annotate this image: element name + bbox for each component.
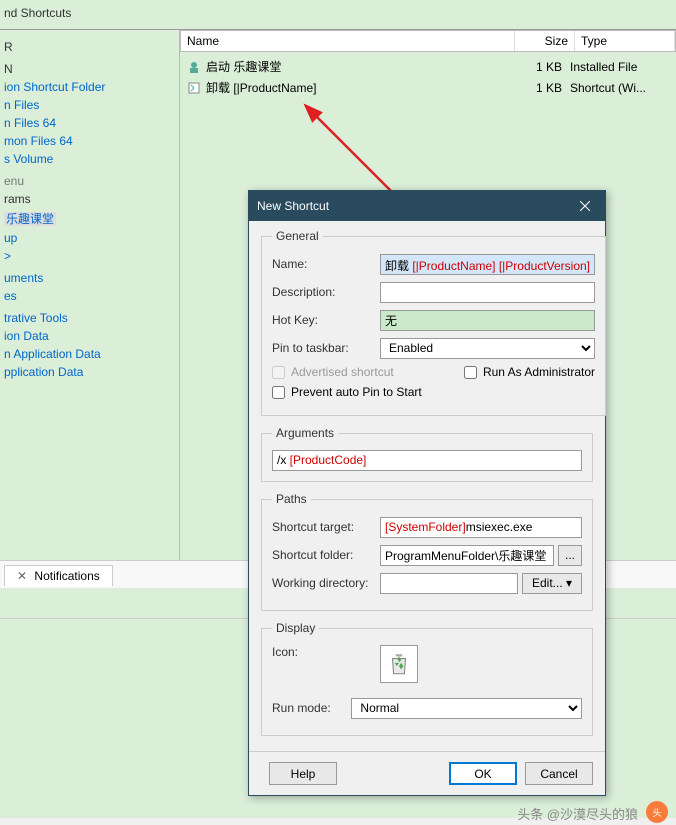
desc-label: Description: <box>272 285 380 299</box>
toolbar-title: nd Shortcuts <box>0 6 71 20</box>
general-group: General Name: 卸载 [|ProductName] [|Produc… <box>261 229 606 416</box>
paths-group: Paths Shortcut target: [SystemFolder]msi… <box>261 492 593 611</box>
ok-button[interactable]: OK <box>449 762 517 785</box>
runas-checkbox[interactable] <box>464 366 477 379</box>
general-legend: General <box>272 229 323 243</box>
sidebar-item[interactable]: enu <box>4 172 175 190</box>
sidebar-item[interactable]: 乐趣课堂 <box>4 208 175 229</box>
name-label: Name: <box>272 257 380 271</box>
sidebar-item[interactable]: ion Shortcut Folder <box>4 78 175 96</box>
arguments-legend: Arguments <box>272 426 338 440</box>
file-icon <box>186 59 202 75</box>
target-label: Shortcut target: <box>272 520 380 534</box>
wd-label: Working directory: <box>272 576 380 590</box>
prevent-label: Prevent auto Pin to Start <box>291 385 422 399</box>
sidebar-item[interactable]: ion Data <box>4 327 175 345</box>
cancel-button[interactable]: Cancel <box>525 762 593 785</box>
sidebar-item[interactable]: > <box>4 247 175 265</box>
desc-input[interactable] <box>380 282 595 303</box>
sidebar-item[interactable]: n Files 64 <box>4 114 175 132</box>
target-input[interactable]: [SystemFolder]msiexec.exe <box>380 517 582 538</box>
col-name[interactable]: Name <box>181 31 515 51</box>
sidebar-item[interactable]: up <box>4 229 175 247</box>
close-icon[interactable]: ✕ <box>17 569 27 583</box>
tab-notifications[interactable]: ✕ Notifications <box>4 565 113 586</box>
sidebar-item[interactable]: n Application Data <box>4 345 175 363</box>
run-label: Run mode: <box>272 701 351 715</box>
sidebar-item[interactable]: es <box>4 287 175 305</box>
sidebar-item[interactable]: s Volume <box>4 150 175 168</box>
edit-button[interactable]: Edit... ▾ <box>522 573 582 594</box>
col-size[interactable]: Size <box>515 31 575 51</box>
list-row[interactable]: 启动 乐趣课堂1 KBInstalled File <box>180 56 676 77</box>
watermark: 头条 @沙漠尽头的狼 <box>517 804 638 823</box>
pin-label: Pin to taskbar: <box>272 341 380 355</box>
list-header: Name Size Type <box>180 30 676 52</box>
folder-input[interactable] <box>380 545 554 566</box>
display-legend: Display <box>272 621 319 635</box>
folder-label: Shortcut folder: <box>272 548 380 562</box>
icon-preview[interactable] <box>380 645 418 683</box>
dialog-footer: Help OK Cancel <box>249 751 605 795</box>
file-icon <box>186 80 202 96</box>
toolbar: nd Shortcuts <box>0 0 676 30</box>
sidebar-item[interactable]: n Files <box>4 96 175 114</box>
hotkey-label: Hot Key: <box>272 313 380 327</box>
help-button[interactable]: Help <box>269 762 337 785</box>
run-select[interactable]: Normal <box>351 698 582 719</box>
sidebar-item[interactable]: mon Files 64 <box>4 132 175 150</box>
sidebar-item[interactable]: uments <box>4 269 175 287</box>
runas-label: Run As Administrator <box>483 365 595 379</box>
new-shortcut-dialog: New Shortcut General Name: 卸载 [|ProductN… <box>248 190 606 796</box>
advertised-checkbox <box>272 366 285 379</box>
tab-label: Notifications <box>34 569 99 583</box>
recycle-bin-icon <box>386 651 412 677</box>
icon-label: Icon: <box>272 645 380 659</box>
wd-input[interactable] <box>380 573 518 594</box>
sidebar-item[interactable]: rams <box>4 190 175 208</box>
sidebar: RNion Shortcut Foldern Filesn Files 64mo… <box>0 30 180 560</box>
col-type[interactable]: Type <box>575 31 675 51</box>
dialog-title: New Shortcut <box>257 199 565 213</box>
sidebar-item[interactable]: N <box>4 60 175 78</box>
list-row[interactable]: 卸载 [|ProductName]1 KBShortcut (Wi... <box>180 77 676 98</box>
arguments-group: Arguments /x [ProductCode] <box>261 426 593 482</box>
dialog-titlebar[interactable]: New Shortcut <box>249 191 605 221</box>
sidebar-item[interactable]: R <box>4 38 175 56</box>
watermark-icon: 头 <box>646 801 668 823</box>
advertised-label: Advertised shortcut <box>291 365 394 379</box>
dialog-body: General Name: 卸载 [|ProductName] [|Produc… <box>249 221 605 754</box>
sidebar-item[interactable]: trative Tools <box>4 309 175 327</box>
sidebar-item[interactable]: pplication Data <box>4 363 175 381</box>
name-input[interactable]: 卸载 [|ProductName] [|ProductVersion] <box>380 254 595 275</box>
paths-legend: Paths <box>272 492 311 506</box>
close-button[interactable] <box>565 191 605 221</box>
prevent-checkbox[interactable] <box>272 386 285 399</box>
arguments-input[interactable]: /x [ProductCode] <box>272 450 582 471</box>
browse-button[interactable]: ... <box>558 545 582 566</box>
hotkey-input[interactable] <box>380 310 595 331</box>
list-body: 启动 乐趣课堂1 KBInstalled File卸载 [|ProductNam… <box>180 52 676 102</box>
pin-select[interactable]: Enabled <box>380 338 595 359</box>
display-group: Display Icon: Run mode: Normal <box>261 621 593 736</box>
